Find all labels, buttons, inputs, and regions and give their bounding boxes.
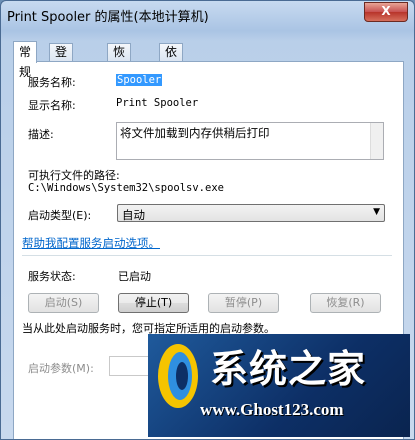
start-button[interactable]: 启动(S) [28,293,99,313]
watermark-url: www.Ghost123.com [200,400,344,419]
exe-path-value: C:\Windows\System32\spoolsv.exe [28,182,224,194]
tab-general[interactable]: 常规 [13,41,38,79]
watermark-banner: 系统之家 www.Ghost123.com [148,334,410,437]
chevron-down-icon: ▼ [373,207,380,217]
startup-type-label: 启动类型(E): [28,209,92,222]
tab-recovery[interactable]: 恢复 [107,43,132,76]
close-button[interactable]: X [364,2,408,22]
help-link[interactable]: 帮助我配置服务启动选项。 [22,235,160,251]
description-label: 描述: [28,128,54,141]
tab-logon[interactable]: 登录 [49,43,74,76]
stop-button[interactable]: 停止(T) [118,293,189,313]
service-status-value: 已启动 [118,270,151,283]
startup-type-select[interactable]: 自动 ▼ [117,204,385,222]
watermark-title: 系统之家 [210,347,367,391]
properties-window: Print Spooler 的属性(本地计算机) X 常规 登录 恢复 依存关系… [0,0,415,440]
description-box[interactable]: 将文件加载到内存供稍后打印 [116,122,384,160]
display-name-value: Print Spooler [116,97,199,109]
tab-dependencies[interactable]: 依存关系 [159,43,184,110]
resume-button[interactable]: 恢复(R) [310,293,381,313]
service-name-value[interactable]: Spooler [116,74,163,86]
pause-button[interactable]: 暂停(P) [208,293,279,313]
window-title: Print Spooler 的属性(本地计算机) [7,10,209,25]
service-status-label: 服务状态: [28,270,76,283]
service-name-label: 服务名称: [28,76,76,89]
title-bar[interactable]: Print Spooler 的属性(本地计算机) X [1,1,414,29]
start-params-label: 启动参数(M): [28,362,94,375]
description-value: 将文件加载到内存供稍后打印 [120,126,270,140]
logo-icon [158,344,198,408]
display-name-label: 显示名称: [28,99,76,112]
exe-path-label: 可执行文件的路径: [28,169,120,182]
description-scrollbar[interactable] [370,123,383,159]
startup-type-value: 自动 [122,208,145,222]
divider [22,255,392,256]
